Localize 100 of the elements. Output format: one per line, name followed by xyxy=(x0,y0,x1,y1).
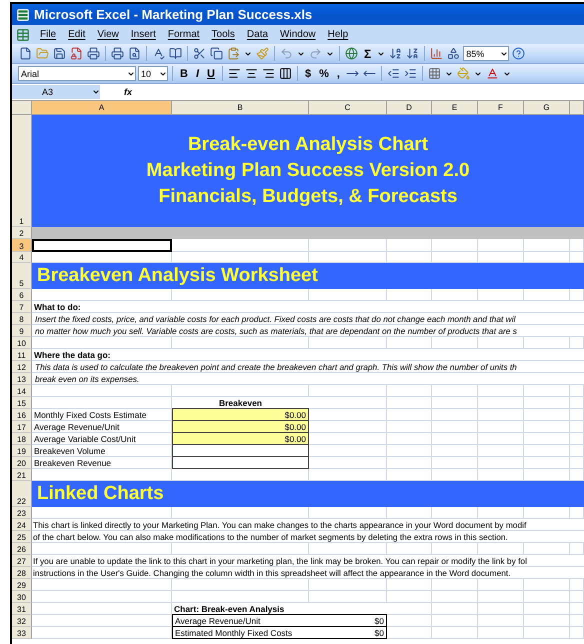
empty-cell[interactable] xyxy=(309,591,387,603)
row-number[interactable]: 32 xyxy=(12,615,32,627)
row-number[interactable]: 13 xyxy=(12,373,32,385)
empty-cell[interactable] xyxy=(478,337,524,349)
empty-cell[interactable] xyxy=(524,543,570,555)
row-number[interactable]: 7 xyxy=(12,301,32,313)
empty-cell[interactable] xyxy=(478,543,524,555)
menu-item[interactable]: Window xyxy=(274,29,322,40)
row-number[interactable]: 8 xyxy=(12,313,32,325)
empty-cell[interactable] xyxy=(387,337,432,349)
input-cell[interactable]: $0.00 xyxy=(172,433,309,445)
row-number[interactable]: 4 xyxy=(12,252,32,263)
menu-item[interactable]: Tools xyxy=(206,29,241,40)
empty-cell[interactable] xyxy=(524,615,570,627)
column-header[interactable]: B xyxy=(172,101,309,115)
empty-cell[interactable] xyxy=(172,507,309,519)
empty-cell[interactable] xyxy=(432,445,478,457)
row-number[interactable]: 31 xyxy=(12,603,32,615)
input-cell[interactable]: $0.00 xyxy=(172,421,309,433)
empty-cell[interactable] xyxy=(432,385,478,397)
name-box[interactable]: A3 xyxy=(12,85,100,99)
empty-cell[interactable] xyxy=(432,543,478,555)
empty-cell[interactable] xyxy=(387,421,432,433)
empty-cell[interactable] xyxy=(570,603,584,615)
empty-cell[interactable] xyxy=(478,615,524,627)
empty-cell[interactable] xyxy=(570,397,584,409)
empty-cell[interactable] xyxy=(432,591,478,603)
empty-cell[interactable] xyxy=(387,591,432,603)
style-button[interactable]: B xyxy=(177,68,191,80)
empty-cell[interactable] xyxy=(478,289,524,301)
empty-cell[interactable] xyxy=(172,579,309,591)
empty-cell[interactable] xyxy=(570,337,584,349)
empty-cell[interactable] xyxy=(309,289,387,301)
empty-cell[interactable] xyxy=(478,507,524,519)
row-number[interactable]: 2 xyxy=(12,227,32,239)
font-color-icon[interactable] xyxy=(484,66,500,81)
column-header[interactable]: F xyxy=(478,101,524,115)
empty-cell[interactable] xyxy=(432,579,478,591)
empty-cell[interactable] xyxy=(172,543,309,555)
empty-cell[interactable] xyxy=(524,397,570,409)
row-number[interactable]: 22 xyxy=(12,481,32,507)
row-number[interactable]: 24 xyxy=(12,519,32,531)
empty-cell[interactable] xyxy=(387,397,432,409)
zoom-field[interactable]: 85% xyxy=(463,46,510,61)
row-number[interactable]: 23 xyxy=(12,507,32,519)
print-icon[interactable] xyxy=(110,46,125,61)
empty-cell[interactable] xyxy=(387,507,432,519)
empty-cell[interactable] xyxy=(570,409,584,421)
empty-cell[interactable] xyxy=(478,409,524,421)
row-number[interactable]: 5 xyxy=(12,263,32,289)
row-number[interactable]: 16 xyxy=(12,409,32,421)
sort-ascending-icon[interactable] xyxy=(388,46,404,61)
align-right-icon[interactable] xyxy=(260,66,276,81)
empty-cell[interactable] xyxy=(432,603,478,615)
empty-cell[interactable] xyxy=(524,579,570,591)
printer-icon[interactable] xyxy=(86,46,101,61)
empty-cell[interactable] xyxy=(387,457,432,469)
empty-cell[interactable] xyxy=(570,457,584,469)
empty-cell[interactable] xyxy=(432,507,478,519)
select-all-corner[interactable] xyxy=(12,101,32,115)
empty-cell[interactable] xyxy=(478,457,524,469)
row-number[interactable]: 30 xyxy=(12,591,32,603)
empty-cell[interactable] xyxy=(432,457,478,469)
style-button[interactable]: U xyxy=(204,68,218,80)
empty-cell[interactable] xyxy=(172,385,309,397)
style-button[interactable]: I xyxy=(192,68,202,80)
input-cell[interactable]: $0.00 xyxy=(172,409,309,421)
row-number[interactable]: 19 xyxy=(12,445,32,457)
empty-cell[interactable] xyxy=(570,615,584,627)
empty-cell[interactable] xyxy=(432,627,478,639)
copy-icon[interactable] xyxy=(209,46,224,61)
print-preview-icon[interactable] xyxy=(127,46,142,61)
row-number[interactable]: 20 xyxy=(12,457,32,469)
column-header[interactable]: G xyxy=(524,101,570,115)
empty-cell[interactable] xyxy=(387,579,432,591)
empty-cell[interactable] xyxy=(387,385,432,397)
empty-cell[interactable] xyxy=(309,579,387,591)
empty-cell[interactable] xyxy=(432,397,478,409)
menu-item[interactable]: Data xyxy=(240,29,274,40)
empty-cell[interactable] xyxy=(172,591,309,603)
new-file-icon[interactable] xyxy=(18,46,33,61)
row-number[interactable]: 17 xyxy=(12,421,32,433)
empty-cell[interactable] xyxy=(524,603,570,615)
empty-cell[interactable] xyxy=(570,543,584,555)
column-header[interactable]: C xyxy=(309,101,387,115)
empty-cell[interactable] xyxy=(387,289,432,301)
empty-cell[interactable] xyxy=(570,445,584,457)
empty-cell[interactable] xyxy=(478,421,524,433)
row-number[interactable]: 9 xyxy=(12,325,32,337)
globe-icon[interactable] xyxy=(344,46,359,61)
empty-cell[interactable] xyxy=(478,445,524,457)
menu-item[interactable]: Format xyxy=(162,29,206,40)
empty-cell[interactable] xyxy=(172,289,309,301)
empty-cell[interactable] xyxy=(387,445,432,457)
empty-cell[interactable] xyxy=(524,289,570,301)
empty-cell[interactable] xyxy=(432,239,478,252)
row-number[interactable]: 10 xyxy=(12,337,32,349)
row-number[interactable]: 29 xyxy=(12,579,32,591)
align-left-icon[interactable] xyxy=(226,66,242,81)
menu-item[interactable]: Help xyxy=(322,29,354,40)
